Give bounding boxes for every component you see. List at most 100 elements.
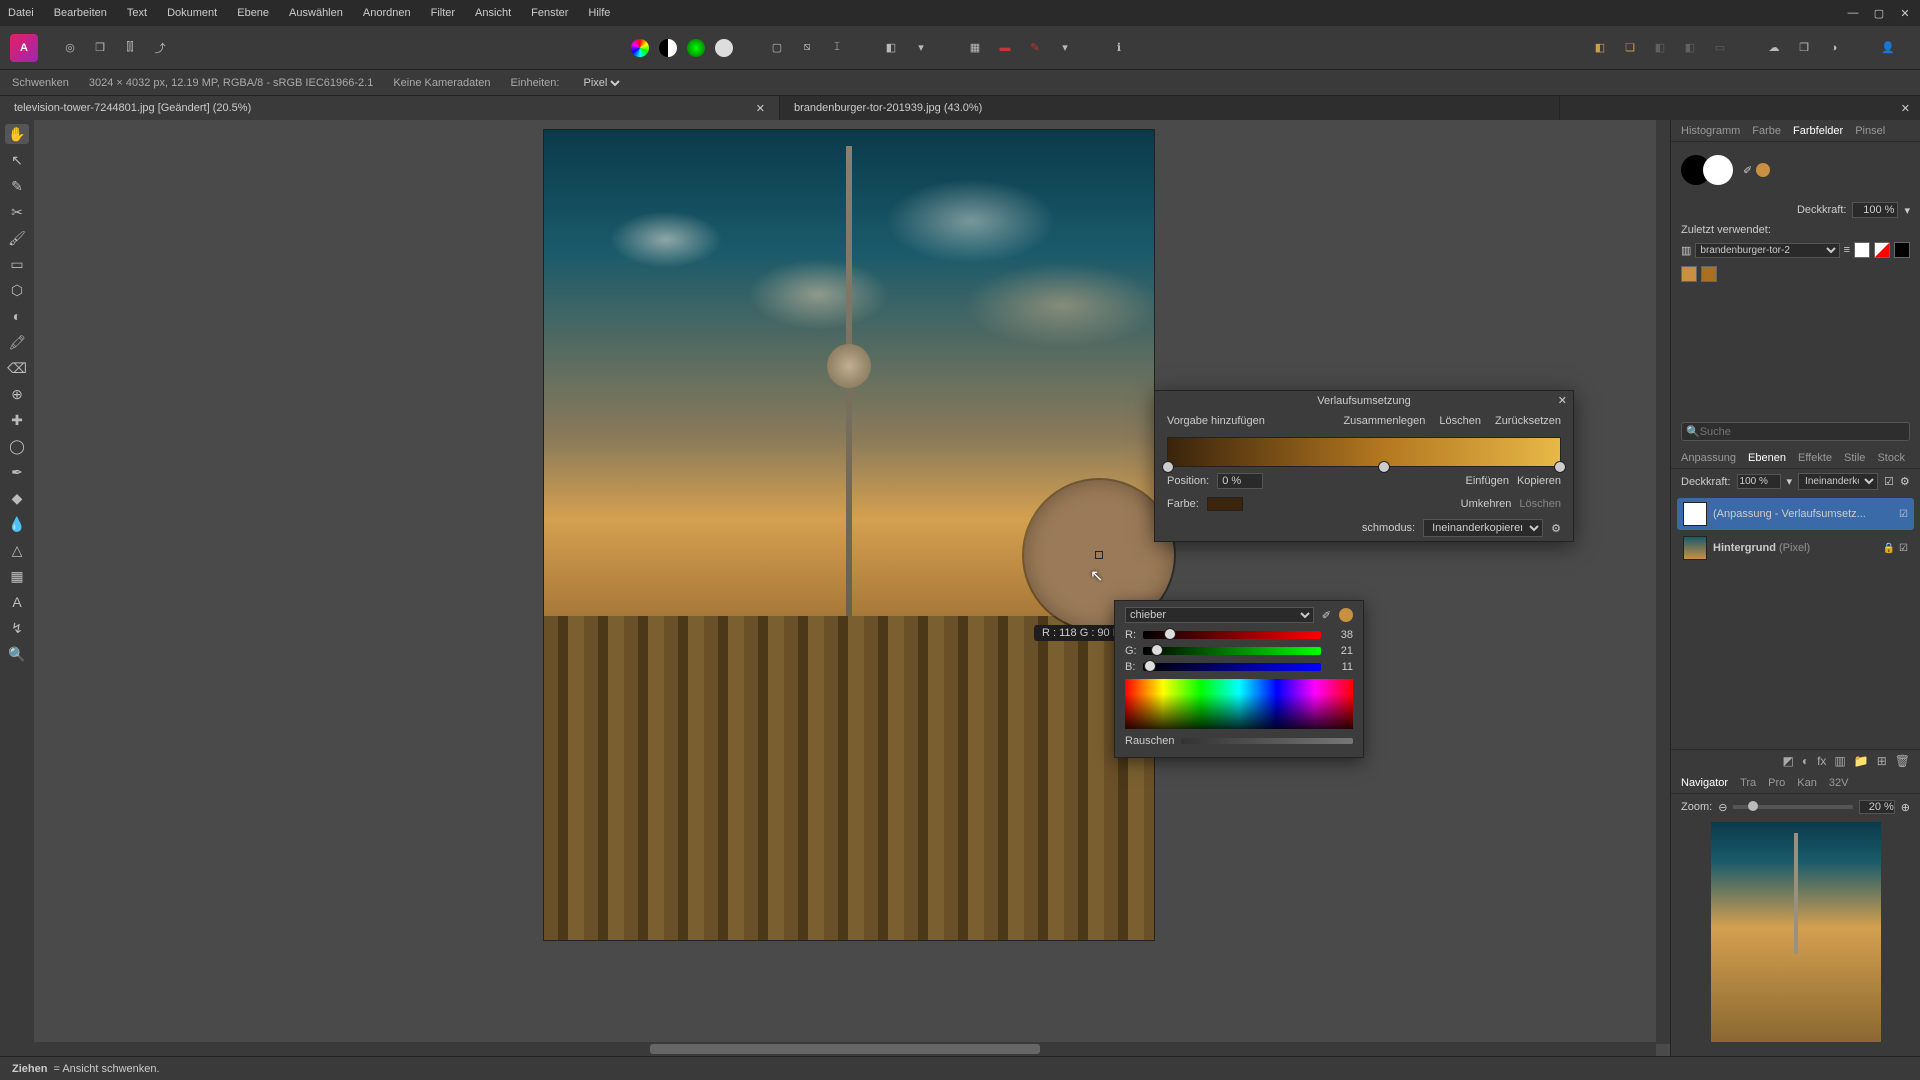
swatch[interactable] <box>1681 266 1697 282</box>
blur-tool-icon[interactable]: 💧 <box>5 514 29 534</box>
move-tool-icon[interactable]: ↖ <box>5 150 29 170</box>
copy-button[interactable]: Kopieren <box>1517 475 1561 487</box>
tab-close-icon[interactable]: ✕ <box>756 102 765 115</box>
zoom-in-icon[interactable]: ⊕ <box>1901 801 1910 814</box>
document-tab[interactable]: brandenburger-tor-201939.jpg (43.0%) <box>780 96 1560 120</box>
tab-brush[interactable]: Pinsel <box>1855 125 1885 137</box>
delete-button[interactable]: Löschen <box>1439 415 1481 427</box>
shape-tool-icon[interactable]: ◆ <box>5 488 29 508</box>
swatch-black[interactable] <box>1894 242 1910 258</box>
menu-file[interactable]: Datei <box>8 7 34 19</box>
target-icon[interactable]: ◎ <box>60 38 80 58</box>
zoom-slider[interactable] <box>1733 805 1852 809</box>
clip-icon[interactable]: ▥ <box>1834 754 1845 768</box>
gear-icon[interactable]: ⚙ <box>1551 522 1561 535</box>
insert-button[interactable]: Einfügen <box>1466 475 1509 487</box>
dropdown-icon[interactable]: ▾ <box>911 38 931 58</box>
flood-tool-icon[interactable]: ⬡ <box>5 280 29 300</box>
gradient-tool-icon[interactable]: ◐ <box>5 306 29 326</box>
folder-icon[interactable]: 📁 <box>1854 754 1869 768</box>
heal-tool-icon[interactable]: ✚ <box>5 410 29 430</box>
opacity-input[interactable] <box>1852 202 1898 218</box>
marquee-icon[interactable]: ▢ <box>767 38 787 58</box>
search-box[interactable]: 🔍 <box>1681 422 1910 441</box>
dialog-close-icon[interactable]: ✕ <box>1558 394 1567 407</box>
opacity-dropdown-icon[interactable]: ▾ <box>1904 204 1910 217</box>
tab-layers[interactable]: Ebenen <box>1748 452 1786 464</box>
layer-stack-icon[interactable]: ❏ <box>1620 38 1640 58</box>
noise-slider[interactable] <box>1181 738 1353 744</box>
hue-icon[interactable] <box>687 39 705 57</box>
r-slider[interactable] <box>1143 631 1321 639</box>
erase-tool-icon[interactable]: ⌫ <box>5 358 29 378</box>
sharpen-tool-icon[interactable]: △ <box>5 540 29 560</box>
dodge-tool-icon[interactable]: ◯ <box>5 436 29 456</box>
tab-channels[interactable]: Kan <box>1797 777 1817 789</box>
vertical-scrollbar[interactable] <box>1656 120 1670 1044</box>
search-input[interactable] <box>1700 426 1905 438</box>
grey-circle-icon[interactable] <box>715 39 733 57</box>
position-input[interactable] <box>1217 473 1263 489</box>
merge-button[interactable]: Zusammenlegen <box>1343 415 1425 427</box>
fx-icon[interactable]: fx <box>1817 754 1826 768</box>
layer-visible-icon[interactable]: ☑ <box>1899 543 1908 554</box>
b-slider[interactable] <box>1143 663 1321 671</box>
menu-help[interactable]: Hilfe <box>588 7 610 19</box>
recent-add-icon[interactable]: ▥ <box>1681 244 1691 257</box>
gradient-preview[interactable] <box>1167 437 1561 467</box>
color-wheel-icon[interactable] <box>631 39 649 57</box>
pen-tool-icon[interactable]: ✒ <box>5 462 29 482</box>
tab-histogram[interactable]: Histogramm <box>1681 125 1740 137</box>
recent-preset-select[interactable]: brandenburger-tor-2 <box>1695 243 1839 258</box>
menu-filter[interactable]: Filter <box>431 7 455 19</box>
tabs-close-all-icon[interactable]: ✕ <box>1891 102 1920 115</box>
menu-edit[interactable]: Bearbeiten <box>54 7 107 19</box>
tab-swatches[interactable]: Farbfelder <box>1793 125 1843 137</box>
menu-document[interactable]: Dokument <box>167 7 217 19</box>
swatch-none[interactable] <box>1874 242 1890 258</box>
gradient-stop[interactable] <box>1554 461 1566 473</box>
bars-icon[interactable]: ⫿⫿ <box>120 38 140 58</box>
crop-tool-icon[interactable]: ✂ <box>5 202 29 222</box>
menu-layer[interactable]: Ebene <box>237 7 269 19</box>
gradient-stop[interactable] <box>1162 461 1174 473</box>
tab-32v[interactable]: 32V <box>1829 777 1849 789</box>
mask-icon[interactable]: ◩ <box>1782 754 1793 768</box>
reset-button[interactable]: Zurücksetzen <box>1495 415 1561 427</box>
tab-protocol[interactable]: Pro <box>1768 777 1785 789</box>
layer-row[interactable]: Hintergrund (Pixel) 🔒 ☑ <box>1677 532 1914 564</box>
grid-icon[interactable]: ▦ <box>965 38 985 58</box>
gradient-stop[interactable] <box>1378 461 1390 473</box>
window-minimize-icon[interactable]: — <box>1846 7 1860 19</box>
canvas-viewport[interactable]: ↖ R : 118 G : 90 B : 60 Verlaufsumsetzun… <box>34 120 1670 1056</box>
layer-settings-icon[interactable]: ☑ <box>1884 475 1894 488</box>
horizontal-scrollbar[interactable] <box>34 1042 1656 1056</box>
vector-tool-icon[interactable]: ↯ <box>5 618 29 638</box>
trash-icon[interactable]: 🗑 <box>1895 754 1910 768</box>
brush-tool-icon[interactable]: 🖌 <box>5 228 29 248</box>
quicklook-icon[interactable]: ◧ <box>881 38 901 58</box>
eyedropper2-icon[interactable]: ✐ <box>1743 164 1752 177</box>
deselect-icon[interactable]: ⧅ <box>797 38 817 58</box>
layer-visible-icon[interactable]: ☑ <box>1899 509 1908 520</box>
navigator-preview[interactable] <box>1711 822 1881 1042</box>
swatch-white[interactable] <box>1854 242 1870 258</box>
globe-icon[interactable]: ◑ <box>1824 38 1844 58</box>
spectrum-picker[interactable] <box>1125 679 1353 729</box>
add-preset-button[interactable]: Vorgabe hinzufügen <box>1167 415 1265 427</box>
color-picker-tool-icon[interactable]: ✎ <box>5 176 29 196</box>
account-icon[interactable]: 👤 <box>1878 38 1898 58</box>
menu-window[interactable]: Fenster <box>531 7 568 19</box>
text-cursor-icon[interactable]: 𝙸 <box>827 38 847 58</box>
marquee-tool-icon[interactable]: ▭ <box>5 254 29 274</box>
layer-add-icon[interactable]: ◧ <box>1590 38 1610 58</box>
layer-opacity-input[interactable] <box>1737 474 1781 489</box>
clone-tool-icon[interactable]: ⊕ <box>5 384 29 404</box>
tab-stock[interactable]: Stock <box>1877 452 1905 464</box>
info-icon[interactable]: ℹ <box>1109 38 1129 58</box>
units-select[interactable]: Pixel <box>579 76 623 90</box>
tab-transform[interactable]: Tra <box>1740 777 1756 789</box>
menu-view[interactable]: Ansicht <box>475 7 511 19</box>
paint-tool-icon[interactable]: 🖍 <box>5 332 29 352</box>
layer-opacity-dropdown-icon[interactable]: ▾ <box>1787 475 1793 488</box>
